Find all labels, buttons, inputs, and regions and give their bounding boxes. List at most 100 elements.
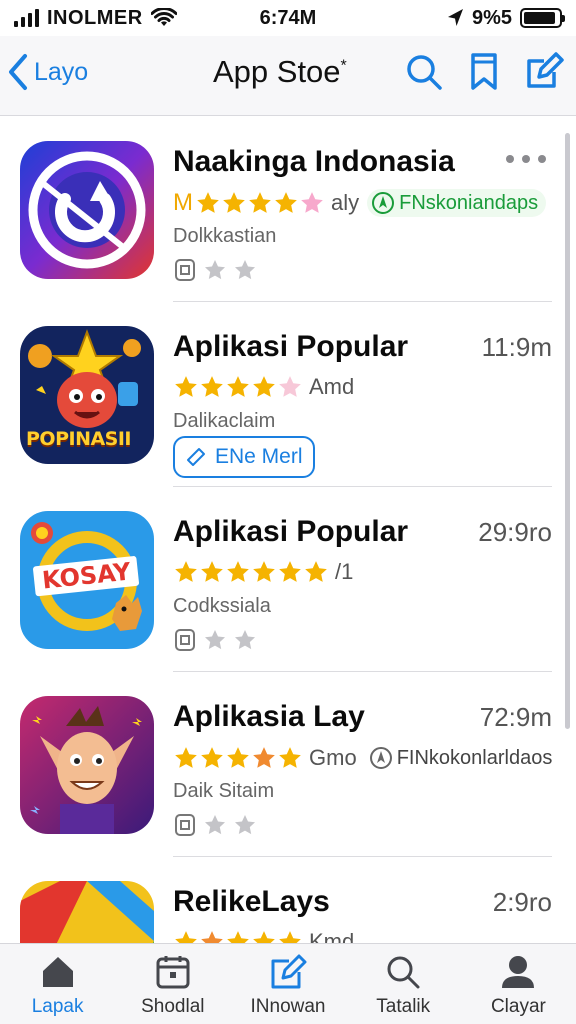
star-icon <box>305 561 327 582</box>
tab-clayar[interactable]: Clayar <box>461 944 576 1024</box>
bookmark-icon[interactable] <box>464 52 504 92</box>
rating-line: Gmo FINkokonlarldaos <box>173 744 560 772</box>
gray-star-icon <box>205 260 225 280</box>
star-icon <box>197 192 219 213</box>
app-name[interactable]: Aplikasi Popular <box>173 515 408 549</box>
tab-label: Shodlal <box>141 996 205 1017</box>
star-icon <box>201 376 223 397</box>
rating-extra: Kmd <box>309 929 355 943</box>
action-button[interactable]: ENe Merl <box>173 436 315 478</box>
home-icon <box>42 957 73 987</box>
device-icon <box>175 814 195 836</box>
chevron-left-icon <box>9 54 27 90</box>
star-rating <box>173 929 303 943</box>
rating-extra: Amd <box>309 374 355 399</box>
star-icon <box>175 561 197 582</box>
scrollbar[interactable] <box>565 133 570 729</box>
kosay-game-icon[interactable]: KOSAY <box>20 511 154 649</box>
star-icon <box>201 931 223 943</box>
list-item[interactable]: Naakinga Indonasia M aly FNskoniandaps D… <box>0 117 560 302</box>
tab-shodlal[interactable]: Shodlal <box>115 944 230 1024</box>
meta-line <box>173 627 257 653</box>
star-rating <box>173 745 303 771</box>
calendar-icon <box>156 956 190 989</box>
app-subtitle: Dolkkastian <box>173 225 277 247</box>
star-icon <box>253 561 275 582</box>
category-badge: FNskoniandaps <box>367 189 547 217</box>
tab-lapak[interactable]: Lapak <box>0 944 115 1024</box>
device-icon <box>175 629 195 651</box>
wifi-icon <box>150 8 177 26</box>
signal-icon <box>14 9 39 27</box>
app-name[interactable]: Aplikasi Popular <box>173 330 408 364</box>
app-name[interactable]: RelikeLays <box>173 885 330 919</box>
refresh-logo-icon[interactable] <box>20 141 154 279</box>
back-button[interactable]: Layo <box>6 52 88 92</box>
tab-label: INnowan <box>250 996 326 1017</box>
tab-label: Lapak <box>31 996 84 1017</box>
star-icon <box>279 561 301 582</box>
search-icon <box>387 956 420 989</box>
gray-star-icon <box>235 815 255 835</box>
battery-icon <box>520 8 565 28</box>
star-icon <box>175 931 197 943</box>
game-character-icon[interactable]: POPINASII <box>20 326 154 464</box>
compass-icon <box>372 192 395 214</box>
star-rating <box>195 190 325 216</box>
navigation-bar: Layo App Stoe* <box>0 36 576 116</box>
list-item[interactable]: RelikeLays 2:9ro Kmd <box>0 857 560 943</box>
icon-text: POPINASII <box>26 428 132 450</box>
gray-star-icon <box>205 815 225 835</box>
tab-bar: Lapak Shodlal INnowan Tatalik Clayar <box>0 943 576 1024</box>
star-icon <box>253 747 275 768</box>
star-icon <box>279 376 301 397</box>
location-arrow-icon <box>447 9 463 26</box>
list-item[interactable]: POPINASII Aplikasi Popular 11:9m Amd Dal… <box>0 302 560 487</box>
goblin-character-icon[interactable] <box>20 696 154 834</box>
status-bar: INOLMER 6:74M 9%5 <box>0 0 576 36</box>
star-icon <box>223 192 245 213</box>
status-time: 6:74M <box>259 6 317 29</box>
rating-line: M aly FNskoniandaps <box>173 189 547 217</box>
star-icon <box>175 747 197 768</box>
star-icon <box>227 931 249 943</box>
battery-percent: 9%5 <box>471 6 512 29</box>
rating-extra: /1 <box>335 559 354 584</box>
search-icon[interactable] <box>404 52 444 92</box>
app-right-text: 11:9m <box>481 332 552 362</box>
star-icon <box>279 747 301 768</box>
more-options-button[interactable] <box>506 147 550 171</box>
meta-line <box>173 257 257 283</box>
rating-extra: aly <box>331 190 360 215</box>
list-item[interactable]: KOSAY Aplikasi Popular 29:9ro /1 Codkssi… <box>0 487 560 672</box>
title-mark: * <box>340 57 347 75</box>
rating-line: Kmd <box>173 929 354 943</box>
star-icon <box>275 192 297 213</box>
app-right-text: 72:9m <box>479 702 552 732</box>
rating-line: Amd <box>173 374 354 400</box>
gray-star-icon <box>235 260 255 280</box>
app-name[interactable]: Naakinga Indonasia <box>173 145 455 179</box>
star-icon <box>175 376 197 397</box>
app-name[interactable]: Aplikasia Lay <box>173 700 365 734</box>
app-list[interactable]: Naakinga Indonasia M aly FNskoniandaps D… <box>0 117 576 943</box>
compose-icon[interactable] <box>524 52 564 92</box>
star-icon <box>201 747 223 768</box>
star-icon <box>253 931 275 943</box>
app-subtitle: Codkssiala <box>173 595 271 617</box>
edit-icon <box>271 954 307 989</box>
star-icon <box>301 192 323 213</box>
gray-star-icon <box>205 630 225 650</box>
gray-star-icon <box>235 630 255 650</box>
rainbow-logo-icon[interactable] <box>20 881 154 943</box>
star-icon <box>249 192 271 213</box>
app-subtitle: Daik Sitaim <box>173 780 275 802</box>
tab-innowan[interactable]: INnowan <box>230 944 345 1024</box>
star-icon <box>201 561 223 582</box>
list-item[interactable]: Aplikasia Lay 72:9m Gmo FINkokonlarldaos… <box>0 672 560 857</box>
person-icon <box>502 956 535 988</box>
back-label: Layo <box>34 57 89 86</box>
app-right-text: 2:9ro <box>492 887 552 917</box>
tab-tatalik[interactable]: Tatalik <box>346 944 461 1024</box>
rating-prefix: M <box>173 189 193 216</box>
